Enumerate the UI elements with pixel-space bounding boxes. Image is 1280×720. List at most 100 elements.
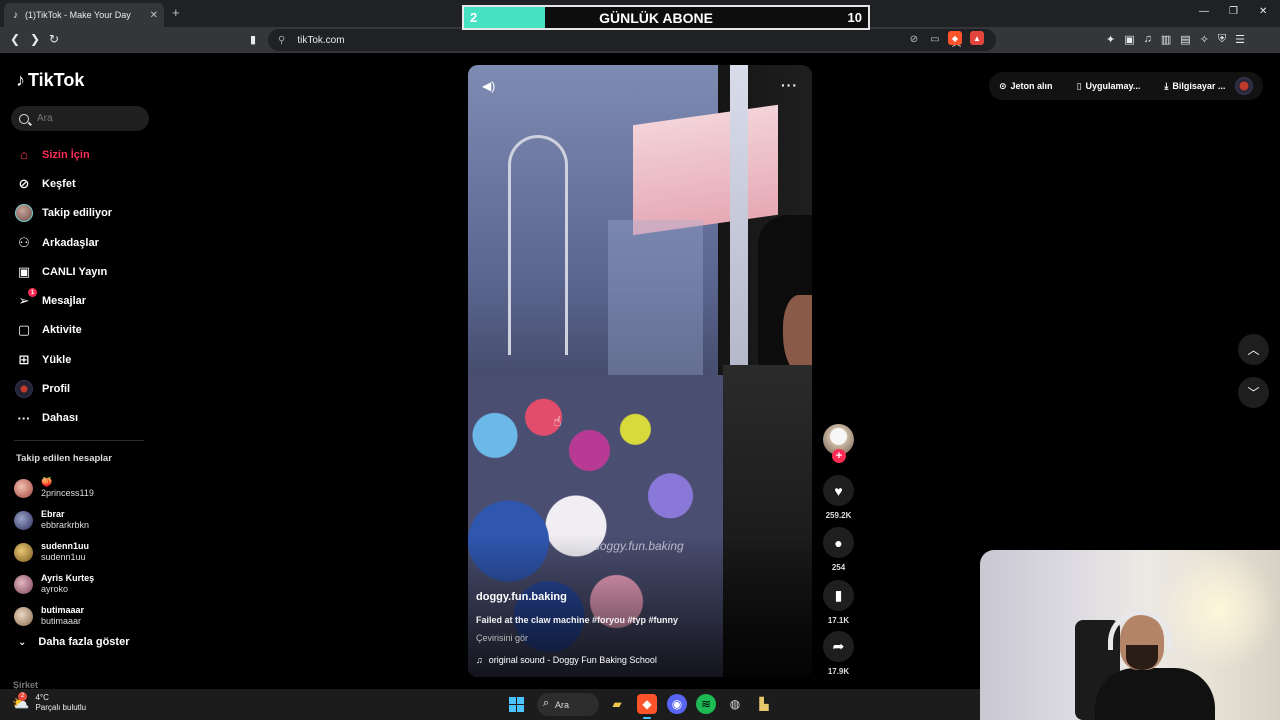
next-video-button[interactable]: ﹀ bbox=[1238, 377, 1269, 408]
windows-start-icon[interactable] bbox=[509, 697, 524, 712]
spotify-icon[interactable]: ≋ bbox=[696, 694, 716, 714]
search-input[interactable]: Ara bbox=[11, 106, 149, 131]
video-author[interactable]: doggy.fun.baking bbox=[476, 591, 567, 603]
friends-icon: ⚇ bbox=[18, 234, 30, 250]
sidebar-item-more[interactable]: ··· Dahası bbox=[14, 404, 154, 433]
sidebar-item-friends[interactable]: ⚇ Arkadaşlar bbox=[14, 228, 154, 257]
windows-taskbar: ⛅2 4°CParçalı bulutlu Ara ▰ ◆ ◉ ≋ ◍ ▙ bbox=[0, 689, 980, 720]
address-bar[interactable]: ⚲ tikTok.com ⊘ ▭ 文 ↗ bbox=[268, 29, 996, 51]
reload-icon[interactable]: ↻ bbox=[49, 32, 59, 46]
avatar bbox=[14, 542, 33, 562]
bookmark-icon: ▮ bbox=[823, 580, 854, 611]
account-name: 🍑 bbox=[41, 477, 53, 487]
sidebar-item-messages[interactable]: ➢ 1 Mesajlar bbox=[14, 286, 154, 315]
discord-icon[interactable]: ◉ bbox=[667, 694, 687, 714]
live-tv-icon: ▣ bbox=[17, 263, 31, 279]
browser-tab[interactable]: ♪ (1)TikTok - Make Your Day ✕ bbox=[4, 3, 164, 27]
close-window-icon[interactable]: ✕ bbox=[1259, 6, 1267, 17]
video-player[interactable]: @doggy.fun.baking ◀︎) ··· doggy.fun.baki… bbox=[468, 65, 812, 677]
close-tab-icon[interactable]: ✕ bbox=[150, 10, 158, 21]
show-more-button[interactable]: ⌄ Daha fazla göster bbox=[18, 636, 129, 648]
get-coins-label: Jeton alın bbox=[1010, 81, 1053, 91]
list-item[interactable]: sudenn1uu sudenn1uu bbox=[14, 536, 154, 568]
sidebar-item-explore[interactable]: ⊘ Keşfet bbox=[14, 169, 154, 198]
desktop-app-link[interactable]: ⤓ Bilgisayar ... bbox=[1164, 81, 1237, 92]
get-coins-link[interactable]: ⊙ Jeton alın bbox=[999, 81, 1065, 92]
tab-title: (1)TikTok - Make Your Day bbox=[25, 10, 131, 20]
tiktok-logo[interactable]: ♪ TikTok bbox=[16, 70, 84, 91]
desktop-app-label: Bilgisayar ... bbox=[1172, 81, 1226, 91]
sidebar-item-live[interactable]: ▣ CANLI Yayın bbox=[14, 257, 154, 286]
brave-browser-icon[interactable]: ◆ bbox=[637, 694, 657, 714]
list-item[interactable]: Ebrar ebbrarkrbkn bbox=[14, 504, 154, 536]
comment-button[interactable]: ● 254 bbox=[823, 527, 854, 572]
list-item[interactable]: Ayris Kurteş ayroko bbox=[14, 568, 154, 600]
heart-icon: ♥ bbox=[823, 475, 854, 506]
sidebar-item-label: Takip ediliyor bbox=[42, 207, 113, 220]
like-count: 259.2K bbox=[825, 511, 852, 520]
taskbar-search[interactable]: Ara bbox=[537, 693, 599, 716]
brave-shields-icon[interactable]: ◆ bbox=[948, 31, 962, 45]
home-icon: ⌂ bbox=[20, 147, 28, 163]
weather-widget[interactable]: ⛅ 2 4°C Parçalı bulutlu bbox=[12, 691, 86, 713]
extensions-icon[interactable]: ✦ bbox=[1106, 33, 1115, 46]
file-explorer-icon[interactable]: ▰ bbox=[607, 694, 627, 714]
like-button[interactable]: ♥ 259.2K bbox=[823, 475, 854, 520]
vpn-icon[interactable]: ⛨ bbox=[1218, 33, 1226, 46]
sidebar-item-upload[interactable]: ⊞ Yükle bbox=[14, 345, 154, 374]
previous-video-button[interactable]: ︿ bbox=[1238, 334, 1269, 365]
restore-icon[interactable]: ❐ bbox=[1229, 6, 1238, 17]
sidebar-item-activity[interactable]: ▢ Aktivite bbox=[14, 316, 154, 345]
site-settings-icon[interactable]: ⚲ bbox=[278, 35, 285, 46]
list-item[interactable]: butimaaar butimaaar bbox=[14, 600, 154, 632]
get-app-link[interactable]: ▯ Uygulamay... bbox=[1077, 81, 1153, 92]
no-tracking-icon[interactable]: ⊘ bbox=[910, 34, 918, 49]
sidebar-item-for-you[interactable]: ⌂ Sizin İçin bbox=[14, 140, 154, 169]
game-launcher-icon[interactable]: ▙ bbox=[754, 694, 774, 714]
account-name: Ayris Kurteş bbox=[41, 573, 95, 583]
share-button[interactable]: ➦ 17.9K bbox=[823, 631, 854, 676]
video-sound[interactable]: ♫ original sound - Doggy Fun Baking Scho… bbox=[476, 655, 657, 665]
weather-badge: 2 bbox=[18, 691, 27, 701]
sidebar-icon[interactable]: ▥ bbox=[1161, 33, 1171, 46]
download-icon: ⤓ bbox=[1164, 80, 1169, 91]
sidebar-item-following[interactable]: Takip ediliyor bbox=[14, 199, 154, 228]
back-icon[interactable]: ❮ bbox=[10, 32, 20, 46]
comment-icon: ● bbox=[823, 527, 854, 558]
reader-icon[interactable]: ▭ bbox=[930, 34, 939, 49]
minimize-icon[interactable]: — bbox=[1199, 6, 1209, 17]
message-box-icon: ▢ bbox=[17, 322, 31, 338]
profile-avatar-icon bbox=[14, 379, 34, 399]
leo-ai-icon[interactable]: ✧ bbox=[1200, 33, 1209, 46]
follow-plus-icon[interactable]: + bbox=[832, 449, 846, 463]
forward-icon[interactable]: ❯ bbox=[30, 32, 40, 46]
brave-rewards-icon[interactable]: ▲ bbox=[970, 31, 984, 45]
volume-icon[interactable]: ◀︎) bbox=[482, 79, 495, 93]
message-badge: 1 bbox=[28, 288, 37, 298]
header-actions: ⊙ Jeton alın ▯ Uygulamay... ⤓ Bilgisayar ..… bbox=[989, 72, 1263, 100]
tiktok-note-icon: ♪ bbox=[16, 70, 25, 90]
get-app-label: Uygulamay... bbox=[1085, 81, 1141, 91]
obs-icon[interactable]: ◍ bbox=[725, 694, 745, 714]
search-placeholder: Ara bbox=[37, 113, 53, 124]
save-button[interactable]: ▮ 17.1K bbox=[823, 580, 854, 625]
share-count: 17.9K bbox=[827, 667, 850, 676]
chevron-down-icon: ⌄ bbox=[18, 636, 27, 648]
media-icon[interactable]: ♫ bbox=[1144, 33, 1152, 46]
bookmark-icon[interactable]: ▮ bbox=[250, 33, 256, 46]
list-item[interactable]: 🍑 2princess119 bbox=[14, 472, 154, 504]
account-handle: sudenn1uu bbox=[41, 552, 86, 562]
sidebar-item-profile[interactable]: Profil bbox=[14, 374, 154, 403]
new-tab-button[interactable]: + bbox=[172, 5, 180, 20]
sidebar-item-label: Profil bbox=[42, 383, 71, 396]
avatar bbox=[14, 510, 33, 530]
wallet-icon[interactable]: ▤ bbox=[1180, 33, 1190, 46]
screenshot-icon[interactable]: ▣ bbox=[1124, 33, 1134, 46]
menu-icon[interactable]: ☰ bbox=[1235, 33, 1245, 46]
music-note-icon: ♫ bbox=[476, 655, 483, 665]
profile-avatar[interactable] bbox=[1235, 77, 1253, 95]
paper-plane-icon: ➢ 1 bbox=[14, 288, 37, 311]
account-name: butimaaar bbox=[41, 605, 85, 615]
more-options-icon[interactable]: ··· bbox=[781, 77, 798, 93]
see-translation-link[interactable]: Çevirisini gör bbox=[476, 633, 528, 643]
